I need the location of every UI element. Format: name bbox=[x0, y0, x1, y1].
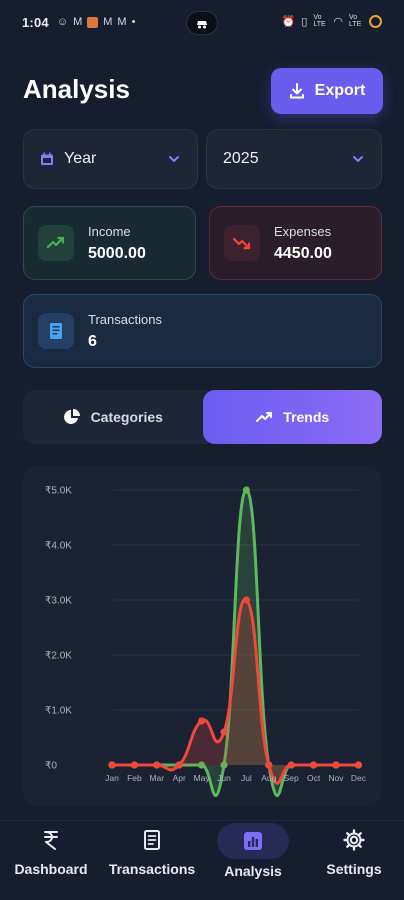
data-point bbox=[175, 761, 183, 769]
rupee-icon bbox=[40, 829, 62, 851]
x-tick-label: Dec bbox=[351, 773, 367, 783]
incognito-icon bbox=[197, 21, 207, 29]
y-tick-label: ₹0 bbox=[45, 761, 57, 772]
chevron-down-icon bbox=[169, 156, 179, 162]
export-button[interactable]: Export bbox=[271, 68, 383, 114]
download-icon bbox=[289, 83, 304, 99]
battery-icon bbox=[369, 14, 382, 28]
trending-up-icon bbox=[38, 225, 74, 261]
x-tick-label: Nov bbox=[328, 773, 344, 783]
y-tick-label: ₹4.0K bbox=[45, 541, 72, 552]
data-point bbox=[310, 761, 318, 769]
nav-transactions-label: Transactions bbox=[108, 861, 196, 877]
analytics-icon bbox=[242, 830, 264, 852]
x-tick-label: Aug bbox=[261, 773, 276, 783]
nav-active-indicator bbox=[217, 823, 289, 859]
data-point bbox=[354, 761, 362, 769]
y-tick-label: ₹3.0K bbox=[45, 596, 72, 607]
data-point bbox=[220, 728, 228, 736]
page-title: Analysis bbox=[23, 74, 130, 104]
income-card: Income 5000.00 bbox=[23, 206, 196, 280]
income-value: 5000.00 bbox=[88, 244, 146, 262]
receipt-icon bbox=[38, 313, 74, 349]
gear-icon bbox=[343, 829, 365, 851]
tab-trends[interactable]: Trends bbox=[202, 390, 382, 444]
gmail-icon: M bbox=[103, 16, 113, 28]
expenses-label: Expenses bbox=[274, 223, 332, 239]
app-icon bbox=[87, 16, 99, 28]
data-point bbox=[198, 717, 206, 725]
camera-cutout bbox=[186, 11, 218, 35]
nav-analysis[interactable]: Analysis bbox=[216, 823, 290, 879]
data-point bbox=[242, 596, 250, 604]
nav-analysis-label: Analysis bbox=[224, 863, 282, 879]
transactions-label: Transactions bbox=[88, 311, 162, 327]
x-tick-label: Feb bbox=[127, 773, 142, 783]
data-point bbox=[242, 486, 250, 494]
vibrate-icon: ▯ bbox=[301, 15, 308, 28]
x-tick-label: Jan bbox=[105, 773, 119, 783]
year-value: 2025 bbox=[223, 150, 259, 167]
alarm-icon: ⏰ bbox=[281, 15, 296, 28]
transactions-card: Transactions 6 bbox=[23, 294, 382, 368]
wifi-icon: ◠ bbox=[333, 15, 343, 28]
chart-svg: ₹0 ₹1.0K ₹2.0K ₹3.0K ₹4.0K ₹5.0K Jan Feb Mar Apr… bbox=[45, 486, 367, 797]
discord-icon: ☺ bbox=[56, 16, 69, 28]
gmail-icon: M bbox=[117, 16, 127, 28]
y-tick-label: ₹5.0K bbox=[45, 486, 72, 497]
y-tick-label: ₹2.0K bbox=[45, 651, 72, 662]
volte-icon: Vo LTE bbox=[313, 14, 326, 28]
nav-settings-label: Settings bbox=[326, 861, 382, 877]
data-point bbox=[332, 761, 340, 769]
y-tick-label: ₹1.0K bbox=[45, 706, 72, 717]
x-tick-label: May bbox=[194, 773, 211, 783]
expenses-card: Expenses 4450.00 bbox=[209, 206, 382, 280]
dot-icon: • bbox=[131, 16, 136, 28]
signal-icon: Vo LTE bbox=[349, 14, 362, 28]
export-label: Export bbox=[314, 82, 366, 99]
transactions-value: 6 bbox=[88, 332, 97, 350]
income-label: Income bbox=[88, 223, 131, 239]
tab-trends-label: Trends bbox=[283, 409, 330, 425]
tab-categories-label: Categories bbox=[90, 409, 163, 425]
pie-chart-icon bbox=[63, 409, 80, 424]
nav-dashboard[interactable]: Dashboard bbox=[14, 829, 88, 877]
x-tick-label: Mar bbox=[149, 773, 164, 783]
x-tick-label: Sep bbox=[284, 773, 299, 783]
nav-transactions[interactable]: Transactions bbox=[106, 829, 198, 877]
trending-down-icon bbox=[224, 225, 260, 261]
gmail-icon: M bbox=[73, 16, 83, 28]
x-tick-label: Jun bbox=[217, 773, 231, 783]
bottom-nav: Dashboard Transactions Analysis Settings bbox=[0, 820, 404, 900]
data-point bbox=[153, 761, 161, 769]
period-value: Year bbox=[64, 150, 97, 167]
x-tick-label: Apr bbox=[173, 773, 186, 783]
chevron-down-icon bbox=[353, 156, 363, 162]
trends-chart: ₹0 ₹1.0K ₹2.0K ₹3.0K ₹4.0K ₹5.0K Jan Feb Mar Apr… bbox=[23, 466, 382, 806]
notification-icons: ☺ M M M • bbox=[57, 16, 136, 28]
x-tick-label: Jul bbox=[241, 773, 252, 783]
view-tabs: Categories Trends bbox=[23, 390, 382, 444]
expenses-value: 4450.00 bbox=[274, 244, 332, 262]
data-point bbox=[108, 761, 116, 769]
receipt-icon bbox=[141, 829, 163, 851]
x-tick-label: Oct bbox=[307, 773, 321, 783]
trend-line-icon bbox=[256, 412, 273, 422]
data-point bbox=[265, 761, 273, 769]
tab-categories[interactable]: Categories bbox=[23, 390, 203, 444]
data-point bbox=[130, 761, 138, 769]
data-point bbox=[287, 761, 295, 769]
year-select[interactable]: 2025 bbox=[206, 129, 382, 189]
nav-dashboard-label: Dashboard bbox=[14, 861, 88, 877]
status-time: 1:04 bbox=[22, 14, 49, 30]
nav-settings[interactable]: Settings bbox=[322, 829, 386, 877]
status-right-icons: ⏰ ▯ Vo LTE ◠ Vo LTE bbox=[282, 14, 382, 28]
period-select[interactable]: Year bbox=[23, 129, 198, 189]
calendar-icon bbox=[41, 152, 53, 165]
